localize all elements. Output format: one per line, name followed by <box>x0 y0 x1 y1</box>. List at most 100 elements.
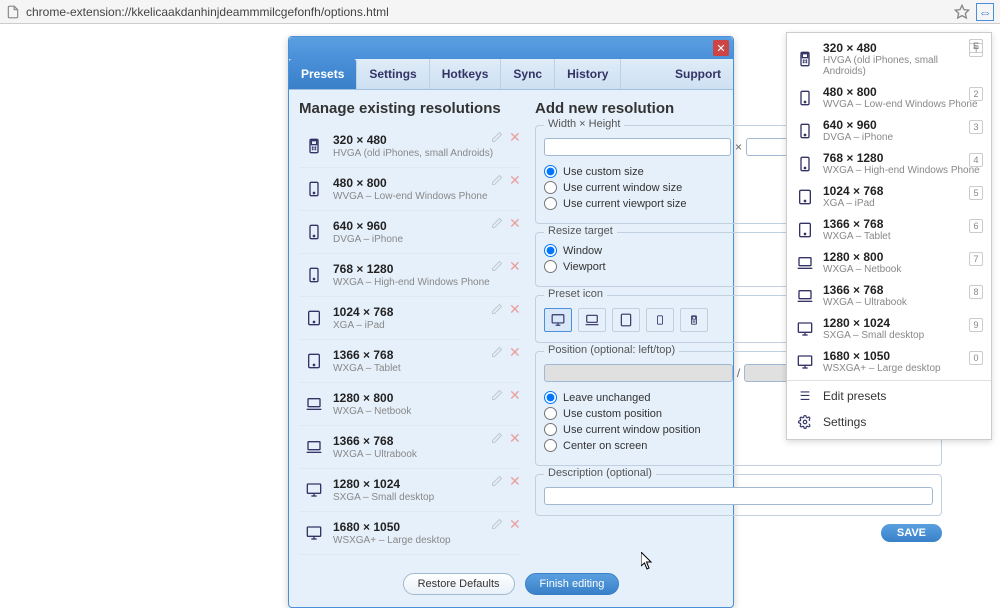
device-icon <box>795 317 815 341</box>
url-text[interactable]: chrome-extension://kkelicaakdanhinjdeamm… <box>26 5 954 19</box>
resolution-dim: 480 × 800 <box>333 176 488 190</box>
popup-settings[interactable]: Settings S <box>787 409 991 435</box>
resolution-item[interactable]: 1680 × 1050WSXGA+ – Large desktop ✕ <box>299 512 521 555</box>
popup-desc: WXGA – High-end Windows Phone <box>823 165 980 176</box>
pencil-icon[interactable] <box>491 389 503 401</box>
resolution-dim: 1280 × 800 <box>333 391 411 405</box>
pencil-icon[interactable] <box>491 518 503 530</box>
tab-history[interactable]: History <box>555 59 621 89</box>
device-icon <box>303 475 325 505</box>
restore-defaults-button[interactable]: Restore Defaults <box>403 573 515 595</box>
bookmark-star-icon[interactable] <box>954 4 970 20</box>
resolution-item[interactable]: 640 × 960DVGA – iPhone✕ <box>299 211 521 254</box>
delete-icon[interactable]: ✕ <box>509 217 521 229</box>
hotkey-badge: S <box>969 39 983 53</box>
icon-pick-phone[interactable] <box>646 308 674 332</box>
delete-icon[interactable]: ✕ <box>509 260 521 272</box>
address-bar: chrome-extension://kkelicaakdanhinjdeamm… <box>0 0 1000 24</box>
delete-icon[interactable]: ✕ <box>509 518 521 530</box>
pencil-icon[interactable] <box>491 174 503 186</box>
resolution-item[interactable]: 1024 × 768XGA – iPad✕ <box>299 297 521 340</box>
device-icon <box>303 518 325 548</box>
pencil-icon[interactable] <box>491 303 503 315</box>
device-icon <box>303 217 325 247</box>
extension-icon[interactable]: ⇔ <box>976 3 994 21</box>
popup-dim: 1680 × 1050 <box>823 349 941 363</box>
icon-pick-tablet[interactable] <box>612 308 640 332</box>
popup-resolution-item[interactable]: 480 × 800WVGA – Low-end Windows Phone2 <box>787 81 991 114</box>
resolution-item[interactable]: 320 × 480HVGA (old iPhones, small Androi… <box>299 125 521 168</box>
popup-desc: WSXGA+ – Large desktop <box>823 363 941 374</box>
list-icon: ☰ <box>795 389 815 403</box>
position-label: Position (optional: left/top) <box>544 344 679 356</box>
tab-settings[interactable]: Settings <box>357 59 429 89</box>
tab-support[interactable]: Support <box>663 59 733 89</box>
device-icon <box>303 346 325 376</box>
delete-icon[interactable]: ✕ <box>509 475 521 487</box>
popup-resolution-item[interactable]: 1366 × 768WXGA – Ultrabook8 <box>787 279 991 312</box>
resolution-item[interactable]: 1280 × 800WXGA – Netbook✕ <box>299 383 521 426</box>
delete-icon[interactable]: ✕ <box>509 174 521 186</box>
popup-edit-presets[interactable]: ☰ Edit presets E <box>787 383 991 409</box>
hotkey-badge: 8 <box>969 285 983 299</box>
resolution-item[interactable]: 1366 × 768WXGA – Ultrabook✕ <box>299 426 521 469</box>
icon-pick-monitor[interactable] <box>544 308 572 332</box>
delete-icon[interactable]: ✕ <box>509 131 521 143</box>
finish-editing-button[interactable]: Finish editing <box>525 573 620 595</box>
popup-resolution-item[interactable]: 768 × 1280WXGA – High-end Windows Phone4 <box>787 147 991 180</box>
tab-hotkeys[interactable]: Hotkeys <box>430 59 502 89</box>
hotkey-badge: 5 <box>969 186 983 200</box>
popup-desc: SXGA – Small desktop <box>823 330 924 341</box>
popup-resolution-item[interactable]: 1280 × 1024SXGA – Small desktop9 <box>787 312 991 345</box>
tab-sync[interactable]: Sync <box>501 59 555 89</box>
popup-dim: 1280 × 800 <box>823 250 901 264</box>
icon-pick-laptop[interactable] <box>578 308 606 332</box>
pencil-icon[interactable] <box>491 475 503 487</box>
resolution-item[interactable]: 768 × 1280WXGA – High-end Windows Phone✕ <box>299 254 521 297</box>
popup-resolution-item[interactable]: 1280 × 800WXGA – Netbook7 <box>787 246 991 279</box>
width-input[interactable] <box>544 138 731 156</box>
pencil-icon[interactable] <box>491 131 503 143</box>
device-icon <box>795 350 815 374</box>
popup-dim: 768 × 1280 <box>823 151 980 165</box>
resolution-item[interactable]: 1366 × 768WXGA – Tablet✕ <box>299 340 521 383</box>
popup-dim: 1024 × 768 <box>823 184 883 198</box>
tab-bar: Presets Settings Hotkeys Sync History Su… <box>289 59 733 90</box>
icon-pick-phone-old[interactable] <box>680 308 708 332</box>
resolution-item[interactable]: 480 × 800WVGA – Low-end Windows Phone ✕ <box>299 168 521 211</box>
resolution-desc: WSXGA+ – Large desktop <box>333 535 451 546</box>
delete-icon[interactable]: ✕ <box>509 432 521 444</box>
popup-resolution-item[interactable]: 640 × 960DVGA – iPhone3 <box>787 114 991 147</box>
close-icon[interactable] <box>713 40 729 56</box>
times-symbol: × <box>735 140 742 154</box>
resolution-desc: WVGA – Low-end Windows Phone <box>333 191 488 202</box>
resolution-dim: 768 × 1280 <box>333 262 490 276</box>
popup-resolution-item[interactable]: 1366 × 768WXGA – Tablet6 <box>787 213 991 246</box>
manage-title: Manage existing resolutions <box>299 100 521 117</box>
device-icon <box>795 47 815 71</box>
save-button[interactable]: SAVE <box>881 524 942 542</box>
popup-desc: WXGA – Tablet <box>823 231 891 242</box>
popup-resolution-item[interactable]: 1024 × 768XGA – iPad5 <box>787 180 991 213</box>
pencil-icon[interactable] <box>491 217 503 229</box>
extension-popup: 320 × 480HVGA (old iPhones, small Androi… <box>786 32 992 440</box>
resolution-item[interactable]: 1280 × 1024SXGA – Small desktop✕ <box>299 469 521 512</box>
pos-center-radio[interactable]: Center on screen <box>544 439 933 452</box>
tab-presets[interactable]: Presets <box>289 59 357 89</box>
device-icon <box>303 303 325 333</box>
popup-resolution-item[interactable]: 1680 × 1050WSXGA+ – Large desktop0 <box>787 345 991 378</box>
description-input[interactable] <box>544 487 933 505</box>
resolution-list: 320 × 480HVGA (old iPhones, small Androi… <box>299 125 521 555</box>
pencil-icon[interactable] <box>491 260 503 272</box>
delete-icon[interactable]: ✕ <box>509 303 521 315</box>
pencil-icon[interactable] <box>491 346 503 358</box>
delete-icon[interactable]: ✕ <box>509 389 521 401</box>
device-icon <box>303 389 325 419</box>
resolution-dim: 1680 × 1050 <box>333 520 451 534</box>
pencil-icon[interactable] <box>491 432 503 444</box>
delete-icon[interactable]: ✕ <box>509 346 521 358</box>
popup-resolution-item[interactable]: 320 × 480HVGA (old iPhones, small Androi… <box>787 37 991 81</box>
resolution-desc: DVGA – iPhone <box>333 234 403 245</box>
popup-dim: 480 × 800 <box>823 85 978 99</box>
resolution-desc: XGA – iPad <box>333 320 393 331</box>
